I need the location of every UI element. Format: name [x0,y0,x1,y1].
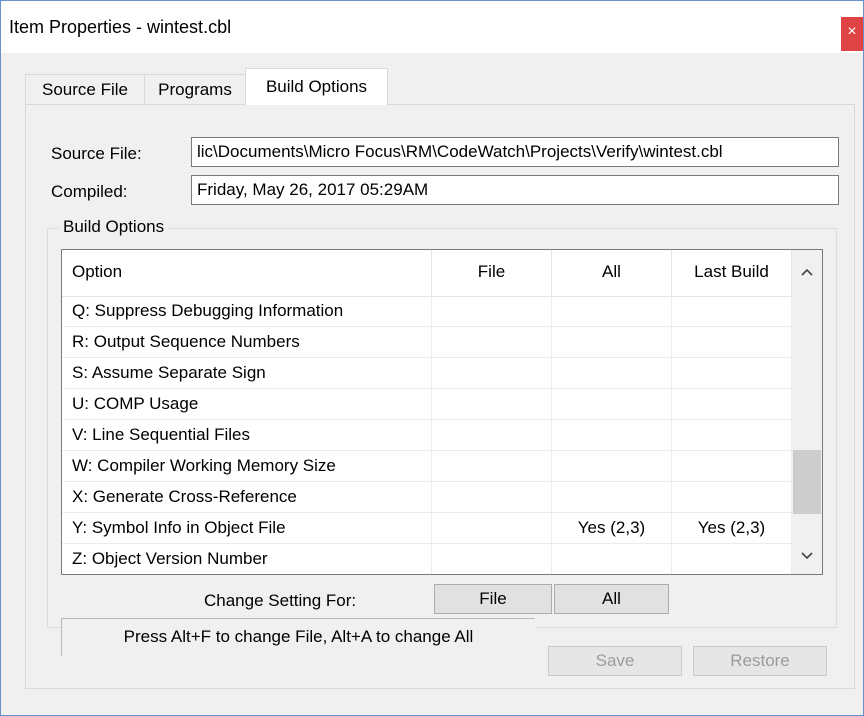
all-cell: Yes (2,3) [552,513,672,544]
chevron-down-icon[interactable] [792,540,822,570]
file-cell [432,389,552,420]
last-build-cell [672,420,792,451]
file-cell [432,513,552,544]
table-row[interactable]: Q: Suppress Debugging Information [62,296,792,327]
option-cell: Z: Object Version Number [62,544,432,574]
table-row[interactable]: R: Output Sequence Numbers [62,327,792,358]
tab-source-file[interactable]: Source File [25,74,145,104]
last-build-cell [672,451,792,482]
save-button[interactable]: Save [548,646,682,676]
item-properties-dialog: Item Properties - wintest.cbl × Source F… [0,0,864,716]
scrollbar-thumb[interactable] [793,450,821,514]
last-build-cell [672,358,792,389]
column-header-all[interactable]: All [552,250,672,296]
tab-build-options[interactable]: Build Options [245,68,388,105]
all-cell [552,296,672,327]
option-cell: V: Line Sequential Files [62,420,432,451]
title-bar: Item Properties - wintest.cbl × [1,1,863,53]
option-cell: W: Compiler Working Memory Size [62,451,432,482]
file-cell [432,358,552,389]
file-cell [432,327,552,358]
option-cell: Y: Symbol Info in Object File [62,513,432,544]
window-title: Item Properties - wintest.cbl [9,17,232,37]
chevron-up-icon[interactable] [792,256,822,286]
change-file-button[interactable]: File [434,584,552,614]
table-row[interactable]: U: COMP Usage [62,389,792,420]
all-cell [552,544,672,574]
file-cell [432,544,552,574]
last-build-cell: Yes (2,3) [672,513,792,544]
table-row[interactable]: V: Line Sequential Files [62,420,792,451]
last-build-cell [672,296,792,327]
build-options-group-title: Build Options [59,217,169,237]
last-build-cell [672,482,792,513]
all-cell [552,358,672,389]
column-header-last-build[interactable]: Last Build [672,250,792,296]
file-cell [432,451,552,482]
close-button[interactable]: × [841,17,863,51]
change-setting-label: Change Setting For: [204,591,357,610]
grid-header: Option File All Last Build [62,250,792,297]
table-row[interactable]: Y: Symbol Info in Object File Yes (2,3) … [62,513,792,544]
column-header-option[interactable]: Option [62,250,432,296]
change-all-button[interactable]: All [554,584,669,614]
tab-programs[interactable]: Programs [144,74,246,104]
table-row[interactable]: W: Compiler Working Memory Size [62,451,792,482]
status-message: Press Alt+F to change File, Alt+A to cha… [61,618,535,656]
restore-button[interactable]: Restore [693,646,827,676]
all-cell [552,389,672,420]
last-build-cell [672,389,792,420]
compiled-field: Friday, May 26, 2017 05:29AM [191,175,839,205]
column-header-file[interactable]: File [432,250,552,296]
option-cell: R: Output Sequence Numbers [62,327,432,358]
file-cell [432,296,552,327]
all-cell [552,420,672,451]
all-cell [552,451,672,482]
last-build-cell [672,544,792,574]
file-cell [432,420,552,451]
table-row[interactable]: X: Generate Cross-Reference [62,482,792,513]
source-file-label: Source File: [51,144,142,163]
file-cell [432,482,552,513]
build-options-grid[interactable]: Option File All Last Build Q: Suppress D… [61,249,823,575]
option-cell: S: Assume Separate Sign [62,358,432,389]
vertical-scrollbar[interactable] [792,250,822,574]
table-row[interactable]: S: Assume Separate Sign [62,358,792,389]
option-cell: Q: Suppress Debugging Information [62,296,432,327]
compiled-label: Compiled: [51,182,128,201]
table-row[interactable]: Z: Object Version Number [62,544,792,574]
option-cell: X: Generate Cross-Reference [62,482,432,513]
all-cell [552,327,672,358]
option-cell: U: COMP Usage [62,389,432,420]
all-cell [552,482,672,513]
last-build-cell [672,327,792,358]
source-file-field[interactable]: lic\Documents\Micro Focus\RM\CodeWatch\P… [191,137,839,167]
